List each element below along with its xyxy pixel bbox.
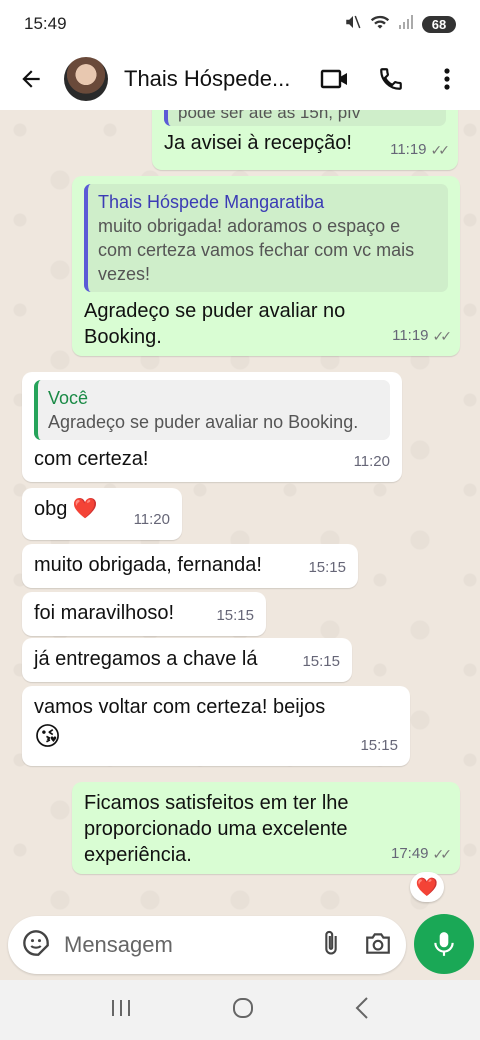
voice-call-button[interactable] bbox=[376, 64, 406, 94]
attach-button[interactable] bbox=[320, 929, 342, 962]
home-button[interactable] bbox=[231, 996, 255, 1025]
chat-area[interactable]: pode ser até às 15h, pfv Ja avisei à rec… bbox=[0, 110, 480, 910]
paperclip-icon bbox=[325, 930, 337, 954]
message-time: 15:15 bbox=[360, 737, 398, 754]
message-text: com certeza! bbox=[34, 448, 149, 470]
status-bar: 15:49 68 bbox=[0, 0, 480, 48]
message-text: vamos voltar com certeza! beijos bbox=[34, 696, 326, 718]
signal-icon bbox=[398, 14, 414, 35]
more-options-button[interactable] bbox=[432, 64, 462, 94]
microphone-icon bbox=[434, 932, 454, 956]
quoted-message[interactable]: pode ser até às 15h, pfv bbox=[164, 110, 446, 126]
status-time: 15:49 bbox=[24, 14, 67, 33]
read-receipt-icon: ✓✓ bbox=[432, 846, 453, 862]
wifi-icon bbox=[370, 13, 390, 36]
sticker-icon bbox=[23, 929, 49, 956]
message-bubble-incoming[interactable]: já entregamos a chave lá 15:15 bbox=[22, 638, 352, 682]
message-time: 15:15 bbox=[302, 653, 340, 670]
message-text: muito obrigada, fernanda! bbox=[34, 554, 262, 576]
quote-sender: Thais Hóspede Mangaratiba bbox=[98, 192, 325, 212]
recents-icon bbox=[111, 999, 130, 1016]
read-receipt-icon: ✓✓ bbox=[432, 328, 453, 344]
back-nav-button[interactable] bbox=[354, 996, 370, 1025]
contact-avatar[interactable] bbox=[64, 57, 108, 101]
heart-icon: ❤️ bbox=[415, 876, 439, 897]
quoted-message[interactable]: Você Agradeço se puder avaliar no Bookin… bbox=[34, 380, 390, 440]
message-time: 11:20 bbox=[353, 453, 390, 470]
chat-header: Thais Hóspede... bbox=[0, 48, 480, 110]
kebab-menu-icon bbox=[444, 68, 450, 90]
message-meta: 17:49 ✓✓ bbox=[390, 841, 453, 867]
message-bubble-incoming[interactable]: vamos voltar com certeza! beijos 😘 15:15 bbox=[22, 686, 410, 766]
message-time: 11:19 bbox=[390, 141, 427, 158]
quote-text: Agradeço se puder avaliar no Booking. bbox=[48, 412, 359, 432]
message-meta: 11:19 ✓✓ bbox=[392, 323, 453, 349]
message-composer bbox=[8, 916, 406, 974]
phone-icon bbox=[380, 68, 402, 90]
read-receipt-icon: ✓✓ bbox=[430, 142, 451, 158]
message-time: 17:49 bbox=[390, 845, 429, 862]
contact-name[interactable]: Thais Hóspede... bbox=[124, 66, 304, 92]
message-bubble-outgoing[interactable]: pode ser até às 15h, pfv Ja avisei à rec… bbox=[152, 110, 458, 170]
camera-icon bbox=[366, 932, 390, 954]
chevron-left-icon bbox=[355, 996, 369, 1019]
system-nav-bar bbox=[0, 980, 480, 1040]
camera-button[interactable] bbox=[364, 930, 392, 961]
message-meta: 11:19 ✓✓ bbox=[390, 137, 451, 163]
heart-reaction[interactable]: ❤️ bbox=[410, 872, 444, 902]
recent-apps-button[interactable] bbox=[110, 998, 132, 1023]
message-text: já entregamos a chave lá bbox=[34, 648, 258, 670]
message-bubble-incoming[interactable]: Você Agradeço se puder avaliar no Bookin… bbox=[22, 372, 402, 482]
quoted-message[interactable]: Thais Hóspede Mangaratiba muito obrigada… bbox=[84, 184, 448, 292]
voice-message-button[interactable] bbox=[414, 914, 474, 974]
arrow-left-icon bbox=[22, 70, 40, 88]
status-icons: 68 bbox=[344, 13, 456, 36]
message-bubble-outgoing[interactable]: Thais Hóspede Mangaratiba muito obrigada… bbox=[72, 176, 460, 356]
sticker-button[interactable] bbox=[22, 929, 50, 962]
home-icon bbox=[232, 997, 253, 1018]
message-time: 15:15 bbox=[308, 559, 346, 576]
battery-indicator: 68 bbox=[422, 15, 456, 33]
message-time: 11:19 bbox=[392, 327, 429, 344]
message-input[interactable] bbox=[64, 932, 284, 958]
quote-sender: Você bbox=[48, 388, 89, 408]
kiss-emoji: 😘 bbox=[34, 721, 62, 751]
message-bubble-incoming[interactable]: obg ❤️ 11:20 bbox=[22, 488, 182, 540]
video-call-button[interactable] bbox=[320, 64, 350, 94]
video-camera-icon bbox=[320, 69, 347, 89]
message-bubble-incoming[interactable]: foi maravilhoso! 15:15 bbox=[22, 592, 266, 636]
message-time: 11:20 bbox=[133, 511, 170, 528]
mute-icon bbox=[344, 13, 362, 36]
message-bubble-outgoing[interactable]: Ficamos satisfeitos em ter lhe proporcio… bbox=[72, 782, 460, 874]
quote-text: pode ser até às 15h, pfv bbox=[178, 110, 361, 122]
quote-text: muito obrigada! adoramos o espaço e com … bbox=[98, 216, 415, 284]
message-time: 15:15 bbox=[216, 607, 254, 624]
message-bubble-incoming[interactable]: muito obrigada, fernanda! 15:15 bbox=[22, 544, 358, 588]
back-button[interactable] bbox=[14, 62, 48, 96]
